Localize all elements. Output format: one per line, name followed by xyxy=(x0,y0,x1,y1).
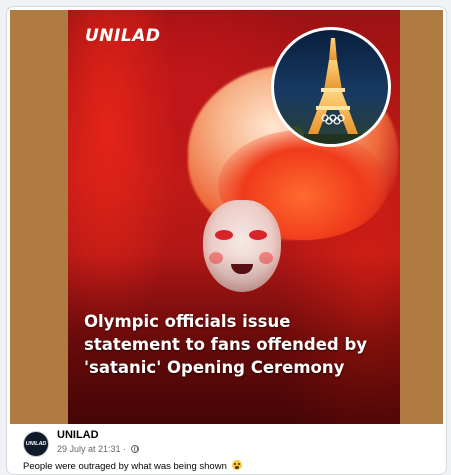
eiffel-tower-inset xyxy=(271,27,391,147)
post-card: UNILAD Olympic officials issue statement… xyxy=(6,6,447,475)
headline-line: 'satanic' Opening Ceremony xyxy=(84,358,345,377)
caption-text: People were outraged by what was being s… xyxy=(23,461,227,472)
headline-line: statement to fans offended by xyxy=(84,335,368,354)
eiffel-tower-icon xyxy=(274,38,388,144)
post-meta: UNILAD UNILAD 29 July at 21:31 · People … xyxy=(15,427,435,472)
unilad-logo: UNILAD xyxy=(85,26,161,46)
headline-line: Olympic officials issue xyxy=(84,312,291,331)
avatar[interactable]: UNILAD xyxy=(23,431,49,457)
globe-icon xyxy=(130,445,139,453)
post-media[interactable]: UNILAD Olympic officials issue statement… xyxy=(10,10,443,424)
post-caption: People were outraged by what was being s… xyxy=(23,460,242,472)
right-eye xyxy=(249,230,267,240)
page-name[interactable]: UNILAD xyxy=(57,429,99,441)
headline: Olympic officials issue statement to fan… xyxy=(84,310,389,379)
post-timestamp[interactable]: 29 July at 21:31 · xyxy=(57,444,139,454)
video-thumbnail[interactable]: UNILAD Olympic officials issue statement… xyxy=(68,10,400,424)
left-eye xyxy=(215,230,233,240)
scream-emoji-icon xyxy=(231,460,242,470)
timestamp-text[interactable]: 29 July at 21:31 · xyxy=(57,444,126,454)
